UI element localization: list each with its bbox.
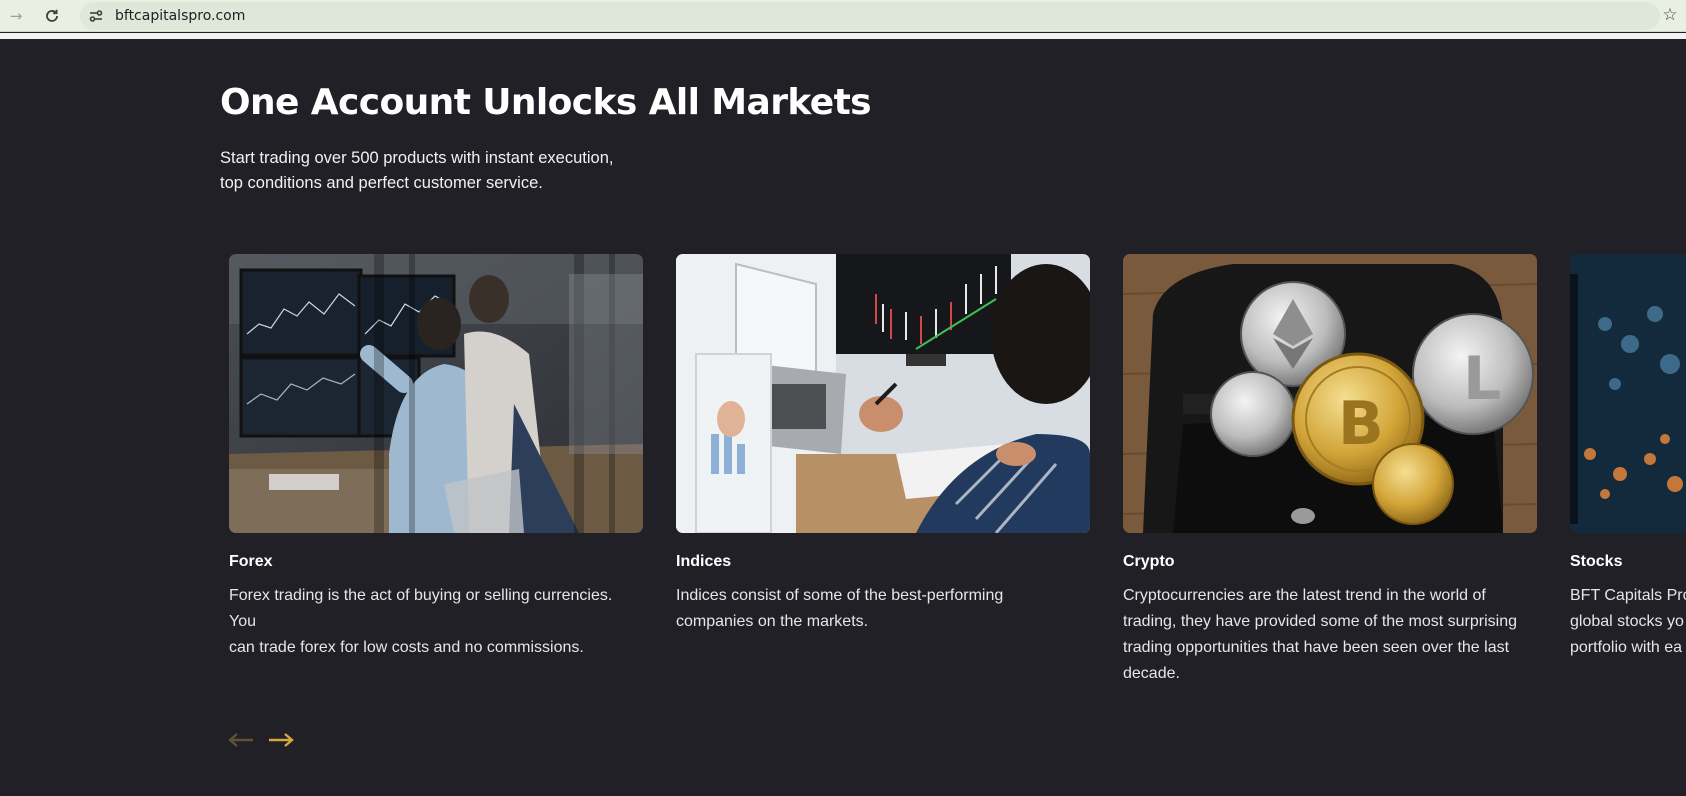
card-description: BFT Capitals Pro global stocks yo portfo… [1570,583,1686,661]
subtitle-line: Start trading over 500 products with ins… [220,149,614,167]
stocks-image [1570,254,1686,533]
card-title[interactable]: Forex [229,553,643,571]
address-bar[interactable]: bftcapitalspro.com [80,2,1660,30]
card-description-line: companies on the markets. [676,613,869,630]
arrow-left-icon[interactable] [226,726,256,754]
card-description-line: BFT Capitals Pro [1570,587,1686,604]
card-description: Indices consist of some of the best-perf… [676,583,1090,635]
browser-toolbar: → bftcapitalspro.com ☆ [0,0,1686,32]
card-description: Forex trading is the act of buying or se… [229,583,643,661]
arrow-right-icon[interactable] [266,726,296,754]
card-title[interactable]: Indices [676,553,1090,571]
card-description-line: decade. [1123,665,1180,682]
card-description-line: can trade forex for low costs and no com… [229,639,584,656]
svg-text:L: L [1463,344,1501,414]
market-card-stocks[interactable]: Stocks BFT Capitals Pro global stocks yo… [1570,254,1686,661]
market-card-forex[interactable]: Forex Forex trading is the act of buying… [229,254,643,661]
card-description-line: trading opportunities that have been see… [1123,639,1510,656]
star-icon[interactable]: ☆ [1658,3,1682,27]
url-text[interactable]: bftcapitalspro.com [115,8,245,24]
arrow-forward-icon[interactable]: → [4,4,28,28]
reload-icon[interactable] [40,4,64,28]
card-description-line: portfolio with ea [1570,639,1683,656]
market-card-indices[interactable]: Indices Indices consist of some of the b… [676,254,1090,635]
card-description-line: Cryptocurrencies are the latest trend in… [1123,587,1486,604]
crypto-image: L B [1123,254,1537,533]
card-title[interactable]: Crypto [1123,553,1537,571]
card-description: Cryptocurrencies are the latest trend in… [1123,583,1537,687]
svg-text:B: B [1338,389,1384,459]
section-subtitle: Start trading over 500 products with ins… [220,146,640,196]
card-description-line: Forex trading is the act of buying or se… [229,587,613,630]
indices-image [676,254,1090,533]
subtitle-line: top conditions and perfect customer serv… [220,174,543,192]
section-title: One Account Unlocks All Markets [220,82,872,123]
card-description-line: global stocks yo [1570,613,1684,630]
market-card-crypto[interactable]: L B Crypto Cryptocurrencies are the late… [1123,254,1537,687]
forex-image [229,254,643,533]
card-title[interactable]: Stocks [1570,553,1686,571]
card-description-line: Indices consist of some of the best-perf… [676,587,1004,604]
page-top-strip [0,33,1686,39]
card-description-line: trading, they have provided some of the … [1123,613,1517,630]
site-info-icon[interactable] [86,6,106,26]
